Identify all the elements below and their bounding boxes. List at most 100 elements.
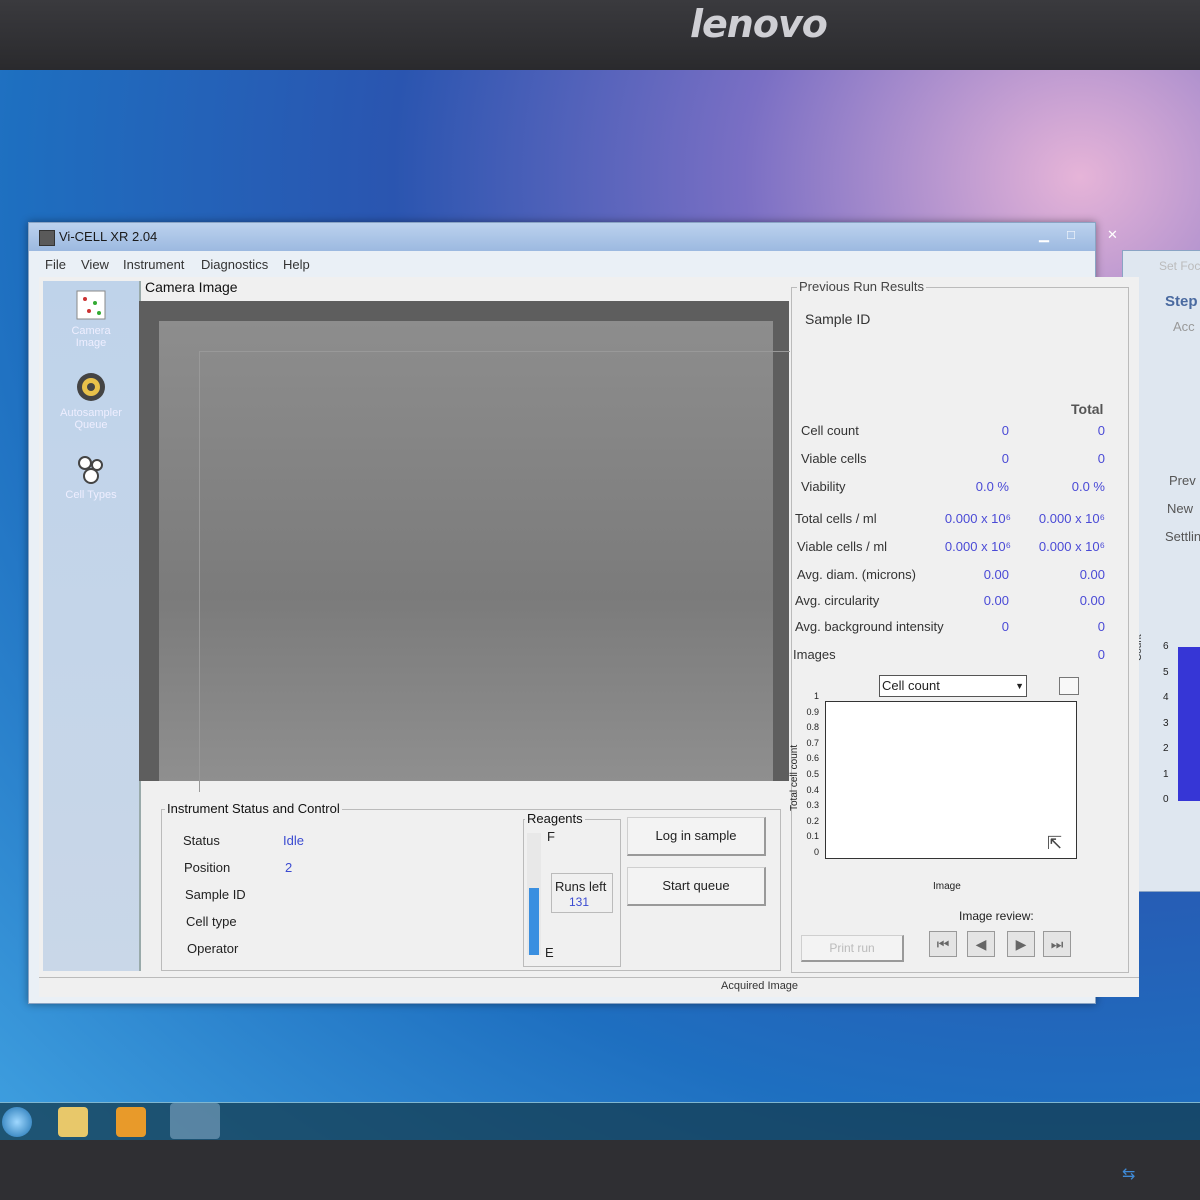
results-sample-id-label: Sample ID — [805, 311, 871, 327]
result-row-total: 0 — [1097, 451, 1105, 466]
menu-instrument[interactable]: Instrument — [123, 257, 184, 272]
camera-image-title: Camera Image — [143, 279, 240, 295]
result-row-value: 0.00 — [983, 567, 1009, 582]
plot-type-select-value: Cell count — [882, 678, 940, 693]
maximize-button[interactable]: □ — [1067, 227, 1075, 242]
monitor-input-icon: ⇆ — [1122, 1164, 1136, 1183]
position-value: 2 — [285, 860, 293, 875]
reagent-empty-label: E — [545, 945, 554, 960]
menu-view[interactable]: View — [81, 257, 109, 272]
plot-y-tick: 0.8 — [806, 722, 819, 733]
autosampler-queue-icon — [75, 371, 107, 403]
first-image-icon[interactable]: ⏮ — [929, 931, 957, 957]
sidebar-item-camera-image[interactable]: Camera Image — [47, 289, 135, 349]
vicell-taskbar-icon[interactable] — [170, 1103, 220, 1139]
result-row-label: Viable cells / ml — [797, 539, 888, 554]
status-value: Idle — [283, 833, 304, 848]
last-image-icon[interactable]: ⏭ — [1043, 931, 1071, 957]
sidebar-item-autosampler-queue[interactable]: Autosampler Queue — [47, 371, 135, 431]
side-y-tick: 1 — [1163, 768, 1169, 780]
instrument-status-title: Instrument Status and Control — [165, 801, 342, 816]
sidebar-item-cell-types[interactable]: Cell Types — [47, 453, 135, 501]
print-run-button[interactable]: Print run — [801, 935, 904, 962]
start-button-icon[interactable] — [2, 1107, 32, 1137]
start-queue-button[interactable]: Start queue — [627, 867, 766, 906]
result-row-value: 0 — [1001, 451, 1009, 466]
result-row-total: 0.00 — [1079, 593, 1105, 608]
media-player-icon[interactable] — [116, 1107, 146, 1137]
result-row-value: 0 — [1001, 423, 1009, 438]
menu-file[interactable]: File — [45, 257, 66, 272]
result-row-total: 0.0 % — [1071, 479, 1105, 494]
image-review-label: Image review: — [959, 909, 1034, 923]
result-row-total: 0 — [1097, 619, 1105, 634]
cell-count-plot — [825, 701, 1077, 859]
window-title: Vi-CELL XR 2.04 — [59, 229, 158, 244]
reagent-level-fill — [529, 887, 539, 955]
side-set-focus-label: Set Foc — [1159, 259, 1200, 273]
camera-image-icon — [75, 289, 107, 321]
side-y-tick: 2 — [1163, 743, 1169, 754]
plot-y-axis-label: Total cell count — [789, 744, 800, 811]
result-row-label: Avg. background intensity — [795, 619, 944, 634]
plot-y-tick: 0 — [813, 847, 819, 857]
result-row-total: 0.000 x 10⁶ — [1038, 511, 1105, 526]
operator-label: Operator — [187, 941, 239, 956]
result-row-value: 0.00 — [983, 593, 1009, 608]
log-in-sample-button[interactable]: Log in sample — [627, 817, 766, 856]
chevron-down-icon: ▼ — [1015, 681, 1024, 691]
menu-help[interactable]: Help — [283, 257, 310, 272]
close-button[interactable]: ✕ — [1107, 227, 1118, 243]
camera-image-view — [139, 301, 790, 792]
app-icon — [39, 230, 55, 246]
status-label: Status — [183, 833, 220, 848]
plot-x-axis-label: Image — [933, 881, 961, 892]
plot-y-tick: 0.2 — [806, 815, 819, 826]
result-row-total: 0 — [1097, 423, 1105, 438]
title-bar[interactable]: Vi-CELL XR 2.04 ▁ □ ✕ — [29, 223, 1118, 251]
reagent-full-label: F — [547, 829, 555, 844]
monitor-bezel-top: lenovo — [0, 0, 1200, 70]
result-row-label: Avg. circularity — [795, 593, 880, 608]
minimize-button[interactable]: ▁ — [1039, 227, 1049, 243]
camera-image — [159, 321, 790, 792]
sidebar-item-label: Cell Types — [65, 489, 117, 501]
cell-types-icon — [75, 453, 107, 485]
taskbar — [0, 1102, 1200, 1140]
monitor-bezel-bottom — [0, 1140, 1200, 1200]
side-y-tick: 6 — [1163, 641, 1169, 652]
file-explorer-icon[interactable] — [58, 1107, 88, 1137]
camera-frame-line — [199, 351, 790, 792]
side-step-label: Step — [1165, 293, 1198, 310]
expand-plot-button[interactable] — [1059, 677, 1079, 695]
plot-y-tick: 1 — [813, 691, 819, 701]
plot-type-select[interactable]: Cell count ▼ — [879, 675, 1027, 697]
side-new-label: New — [1167, 501, 1194, 516]
next-image-icon[interactable]: ▶ — [1007, 931, 1035, 957]
status-bar: Acquired Image — [39, 977, 1139, 996]
sidebar-item-label: Autosampler Queue — [60, 407, 122, 431]
vicell-window[interactable]: Vi-CELL XR 2.04 ▁ □ ✕ File View Instrume… — [28, 222, 1139, 1004]
sidebar-item-label: Camera Image — [71, 325, 111, 349]
sidebar: Camera Image Autosampler Queue Cell Type… — [43, 281, 141, 971]
side-y-tick: 0 — [1163, 794, 1169, 805]
reagents-title: Reagents — [525, 811, 585, 826]
cursor-icon: ⇱ — [1047, 833, 1063, 853]
result-row-value: 0.000 x 10⁶ — [944, 539, 1011, 554]
client-area: Camera Image Autosampler Queue Cell Type… — [39, 277, 1139, 997]
result-row-value: 0 — [1001, 619, 1009, 634]
sample-id-label: Sample ID — [185, 887, 246, 902]
result-row-value: 0.0 % — [975, 479, 1009, 494]
reagent-level-bar — [527, 833, 541, 955]
position-label: Position — [184, 860, 231, 875]
cell-type-label: Cell type — [186, 914, 237, 929]
menu-bar: File View Instrument Diagnostics Help — [39, 253, 1135, 277]
side-settling-label: Settlin — [1165, 529, 1200, 544]
monitor-brand-logo: lenovo — [690, 2, 828, 46]
previous-image-icon[interactable]: ◀ — [967, 931, 995, 957]
plot-y-tick: 0.9 — [806, 706, 819, 717]
menu-diagnostics[interactable]: Diagnostics — [201, 257, 268, 272]
result-row-label: Images — [793, 647, 836, 662]
side-prev-label: Prev — [1169, 473, 1196, 488]
result-row-label: Viable cells — [801, 451, 867, 466]
